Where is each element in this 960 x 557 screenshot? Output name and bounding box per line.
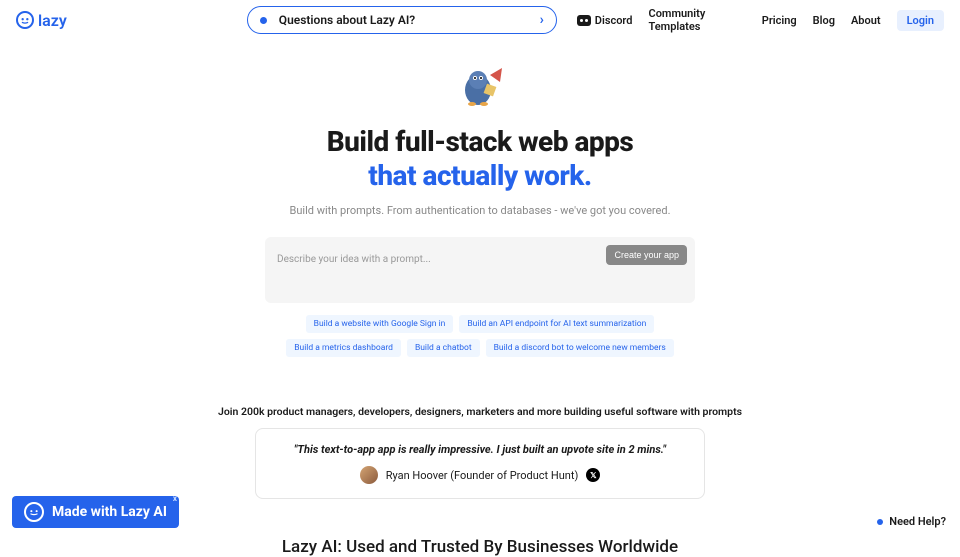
prompt-placeholder: Describe your idea with a prompt... bbox=[277, 254, 431, 265]
nav-about[interactable]: About bbox=[851, 14, 881, 27]
hero-subtitle: Build with prompts. From authentication … bbox=[0, 204, 960, 217]
badge-logo-icon bbox=[24, 502, 44, 522]
hero-title-line1: Build full-stack web apps bbox=[327, 125, 634, 158]
nav-pricing[interactable]: Pricing bbox=[762, 14, 797, 27]
trusted-heading: Lazy AI: Used and Trusted By Businesses … bbox=[0, 537, 960, 557]
x-icon[interactable]: 𝕏 bbox=[586, 468, 600, 482]
search-text: Questions about Lazy AI? bbox=[279, 13, 540, 27]
search-dot-icon bbox=[260, 17, 267, 24]
chip[interactable]: Build a chatbot bbox=[407, 339, 480, 357]
nav-discord[interactable]: Discord bbox=[577, 14, 633, 27]
testimonial-card: "This text-to-app app is really impressi… bbox=[255, 428, 705, 499]
create-app-button[interactable]: Create your app bbox=[606, 245, 687, 265]
mascot-icon bbox=[450, 60, 510, 115]
nav-templates[interactable]: Community Templates bbox=[649, 7, 746, 33]
help-text: Need Help? bbox=[889, 515, 946, 528]
need-help-button[interactable]: Need Help? bbox=[877, 515, 946, 528]
chip[interactable]: Build a metrics dashboard bbox=[286, 339, 401, 357]
close-icon[interactable]: x bbox=[173, 494, 177, 503]
hero: Build full-stack web apps that actually … bbox=[0, 60, 960, 557]
join-text: Join 200k product managers, developers, … bbox=[0, 405, 960, 418]
prompt-box[interactable]: Describe your idea with a prompt... Crea… bbox=[265, 237, 695, 303]
testimonial-author: Ryan Hoover (Founder of Product Hunt) 𝕏 bbox=[276, 466, 684, 484]
avatar bbox=[360, 466, 378, 484]
suggestion-chips: Build a website with Google Sign in Buil… bbox=[250, 315, 710, 357]
login-button[interactable]: Login bbox=[897, 10, 944, 31]
header: lazy Questions about Lazy AI? › Discord … bbox=[0, 0, 960, 40]
hero-title-line2: that actually work. bbox=[368, 159, 591, 192]
search-pill[interactable]: Questions about Lazy AI? › bbox=[247, 6, 557, 34]
hero-title: Build full-stack web apps that actually … bbox=[0, 125, 960, 192]
nav-blog[interactable]: Blog bbox=[813, 14, 835, 27]
help-dot-icon bbox=[877, 519, 883, 525]
chip[interactable]: Build a website with Google Sign in bbox=[306, 315, 454, 333]
discord-icon bbox=[577, 15, 591, 26]
chevron-right-icon: › bbox=[540, 12, 544, 28]
nav-discord-label: Discord bbox=[595, 14, 633, 27]
made-with-badge[interactable]: x Made with Lazy AI bbox=[12, 496, 179, 528]
chip[interactable]: Build an API endpoint for AI text summar… bbox=[459, 315, 654, 333]
badge-text: Made with Lazy AI bbox=[52, 504, 167, 520]
nav: Discord Community Templates Pricing Blog… bbox=[577, 7, 944, 33]
logo[interactable]: lazy bbox=[16, 11, 67, 30]
logo-icon bbox=[16, 11, 34, 29]
testimonial-quote: "This text-to-app app is really impressi… bbox=[276, 443, 684, 456]
chip[interactable]: Build a discord bot to welcome new membe… bbox=[486, 339, 674, 357]
logo-text: lazy bbox=[38, 11, 67, 30]
author-name: Ryan Hoover (Founder of Product Hunt) bbox=[386, 469, 579, 482]
